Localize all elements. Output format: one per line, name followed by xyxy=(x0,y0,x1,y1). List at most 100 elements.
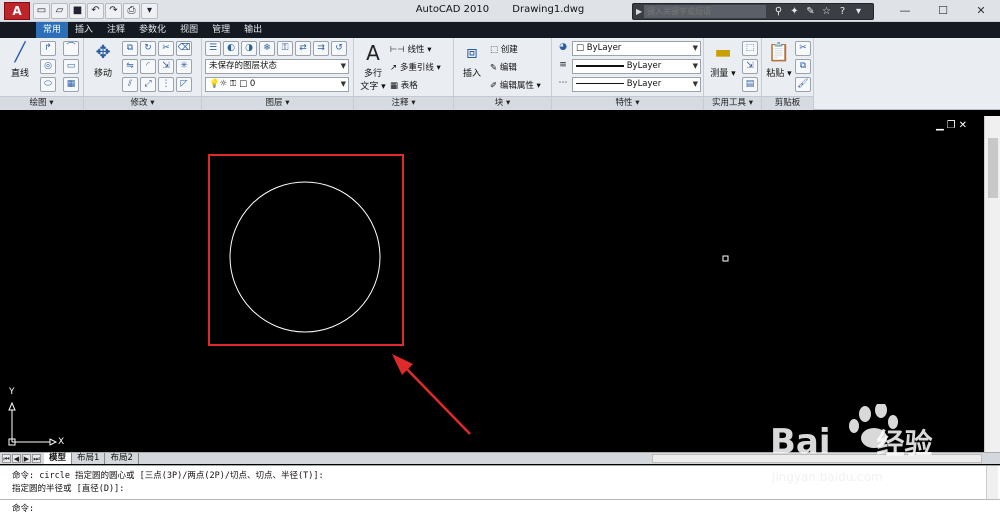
minimize-icon[interactable]: — xyxy=(886,0,924,21)
rotate-icon[interactable]: ↻ xyxy=(140,41,156,56)
fillet-icon[interactable]: ◜ xyxy=(140,59,156,74)
measure-button[interactable]: ▬ 测量 ▾ xyxy=(707,40,739,79)
undo-icon[interactable]: ↶ xyxy=(87,3,104,19)
close-icon[interactable]: ✕ xyxy=(962,0,1000,21)
panel-utilities-title[interactable]: 实用工具 ▾ xyxy=(704,96,761,110)
tab-manage[interactable]: 管理 xyxy=(205,22,237,38)
edit-block-button[interactable]: ✎ 编辑 xyxy=(490,61,517,73)
previous-layout-icon[interactable]: ◀ xyxy=(12,454,21,463)
search-input[interactable] xyxy=(644,5,766,18)
line-button[interactable]: ╱ 直线 xyxy=(4,40,36,79)
insert-block-button[interactable]: ⧈ 插入 xyxy=(457,40,487,79)
stretch-icon[interactable]: ⇲ xyxy=(158,59,174,74)
multiline-text-button[interactable]: A 多行 文字 ▾ xyxy=(358,40,388,92)
mirror-icon[interactable]: ⇋ xyxy=(122,59,138,74)
vertical-scrollbar[interactable] xyxy=(984,116,1000,452)
explode-icon[interactable]: ✳ xyxy=(176,59,192,74)
save-icon[interactable]: ■ xyxy=(69,3,86,19)
linetype-icon[interactable]: ⋯ xyxy=(555,77,571,92)
table-button[interactable]: ▦ 表格 xyxy=(390,79,418,91)
paste-button[interactable]: 📋 粘贴 ▾ xyxy=(765,40,793,79)
layer-off-icon[interactable]: ◐ xyxy=(223,41,239,56)
quick-select-icon[interactable]: ⬚ xyxy=(742,41,758,56)
layer-freeze-icon[interactable]: ❄ xyxy=(259,41,275,56)
lineweight-icon[interactable]: ≡ xyxy=(555,59,571,74)
layer-walk-icon[interactable]: ⇉ xyxy=(313,41,329,56)
communication-center-icon[interactable]: ✎ xyxy=(804,5,817,18)
tab-model[interactable]: 模型 xyxy=(44,453,73,464)
layer-match-icon[interactable]: ⇄ xyxy=(295,41,311,56)
scale-icon[interactable]: ⤢ xyxy=(140,77,156,92)
plot-icon[interactable]: ⎙ xyxy=(123,3,140,19)
hatch-icon[interactable]: ▦ xyxy=(63,77,79,92)
panel-draw-title[interactable]: 绘图 ▾ xyxy=(0,96,83,110)
copy-icon[interactable]: ⧉ xyxy=(122,41,138,56)
ellipse-icon[interactable]: ⬭ xyxy=(40,77,56,92)
help-icon[interactable]: ? xyxy=(836,5,849,18)
binoculars-icon[interactable]: ⚲ xyxy=(772,5,785,18)
tab-output[interactable]: 输出 xyxy=(237,22,269,38)
erase-icon[interactable]: ⌫ xyxy=(176,41,192,56)
favorites-star-icon[interactable]: ☆ xyxy=(820,5,833,18)
match-properties-icon[interactable]: ◕ xyxy=(555,41,571,56)
panel-properties-title[interactable]: 特性 ▾ xyxy=(552,96,703,110)
next-layout-icon[interactable]: ▶ xyxy=(22,454,31,463)
calculator-icon[interactable]: ▤ xyxy=(742,77,758,92)
circle-icon[interactable]: ◎ xyxy=(40,59,56,74)
last-layout-icon[interactable]: ⏭ xyxy=(32,454,41,463)
lineweight-dropdown[interactable]: ByLayer ▼ xyxy=(572,59,701,74)
tab-parametric[interactable]: 参数化 xyxy=(132,22,173,38)
new-file-icon[interactable]: ▭ xyxy=(33,3,50,19)
qat-dropdown-icon[interactable]: ▾ xyxy=(141,3,158,19)
panel-layers-title[interactable]: 图层 ▾ xyxy=(202,96,353,110)
color-dropdown[interactable]: □ ByLayer ▼ xyxy=(572,41,701,56)
redo-icon[interactable]: ↷ xyxy=(105,3,122,19)
subscription-center-icon[interactable]: ✦ xyxy=(788,5,801,18)
layer-properties-icon[interactable]: ☰ xyxy=(205,41,221,56)
layer-dropdown[interactable]: 💡☼ ⚿ □ 0 ▼ xyxy=(205,77,349,92)
tab-view[interactable]: 视图 xyxy=(173,22,205,38)
copy-clip-icon[interactable]: ⧉ xyxy=(795,59,811,74)
drawing-canvas[interactable]: ▁❐✕ X Y xyxy=(0,116,984,452)
panel-modify-title[interactable]: 修改 ▾ xyxy=(84,96,201,110)
panel-block-title[interactable]: 块 ▾ xyxy=(454,96,551,110)
first-layout-icon[interactable]: ⏮ xyxy=(2,454,11,463)
tab-layout1[interactable]: 布局1 xyxy=(72,453,106,464)
layer-state-dropdown[interactable]: 未保存的图层状态 ▼ xyxy=(205,59,349,74)
open-file-icon[interactable]: ▱ xyxy=(51,3,68,19)
match-properties-brush-icon[interactable]: 🖌 xyxy=(795,77,811,92)
polyline-icon[interactable]: ↱ xyxy=(40,41,56,56)
command-scrollbar[interactable] xyxy=(986,466,998,499)
select-all-icon[interactable]: ⇲ xyxy=(742,59,758,74)
panel-clipboard-title[interactable]: 剪贴板 xyxy=(762,96,813,110)
offset-icon[interactable]: ⫽ xyxy=(122,77,138,92)
vertical-scroll-thumb[interactable] xyxy=(988,138,998,198)
panel-annotation-title[interactable]: 注释 ▾ xyxy=(354,96,453,110)
tab-layout2[interactable]: 布局2 xyxy=(105,453,139,464)
chamfer-icon[interactable]: ◸ xyxy=(176,77,192,92)
linear-dimension-button[interactable]: ⊢⊣ 线性 ▾ xyxy=(390,43,432,55)
horizontal-scrollbar[interactable] xyxy=(652,454,982,463)
tab-annotate[interactable]: 注释 xyxy=(100,22,132,38)
multileader-button[interactable]: ↗ 多重引线 ▾ xyxy=(390,61,441,73)
edit-attributes-button[interactable]: ✐ 编辑属性 ▾ xyxy=(490,79,541,91)
maximize-icon[interactable]: ☐ xyxy=(924,0,962,21)
create-block-button[interactable]: ⬚ 创建 xyxy=(490,43,518,55)
move-button[interactable]: ✥ 移动 xyxy=(87,40,119,79)
application-menu-button[interactable]: A xyxy=(4,2,30,20)
tab-home[interactable]: 常用 xyxy=(36,22,69,38)
rectangle-icon[interactable]: ▭ xyxy=(63,59,79,74)
command-input-row[interactable]: 命令: xyxy=(0,499,1000,513)
tab-insert[interactable]: 插入 xyxy=(68,22,100,38)
layer-isolate-icon[interactable]: ◑ xyxy=(241,41,257,56)
array-icon[interactable]: ⋮ xyxy=(158,77,174,92)
search-expand-icon[interactable]: ▶ xyxy=(636,6,644,18)
trim-icon[interactable]: ✂ xyxy=(158,41,174,56)
cut-icon[interactable]: ✂ xyxy=(795,41,811,56)
layer-lock-icon[interactable]: ⚿ xyxy=(277,41,293,56)
help-dropdown-icon[interactable]: ▾ xyxy=(852,5,865,18)
linetype-dropdown[interactable]: ByLayer ▼ xyxy=(572,77,701,92)
layer-previous-icon[interactable]: ↺ xyxy=(331,41,347,56)
drawn-circle[interactable] xyxy=(229,181,381,333)
arc-icon[interactable]: ⌒ xyxy=(63,41,79,56)
